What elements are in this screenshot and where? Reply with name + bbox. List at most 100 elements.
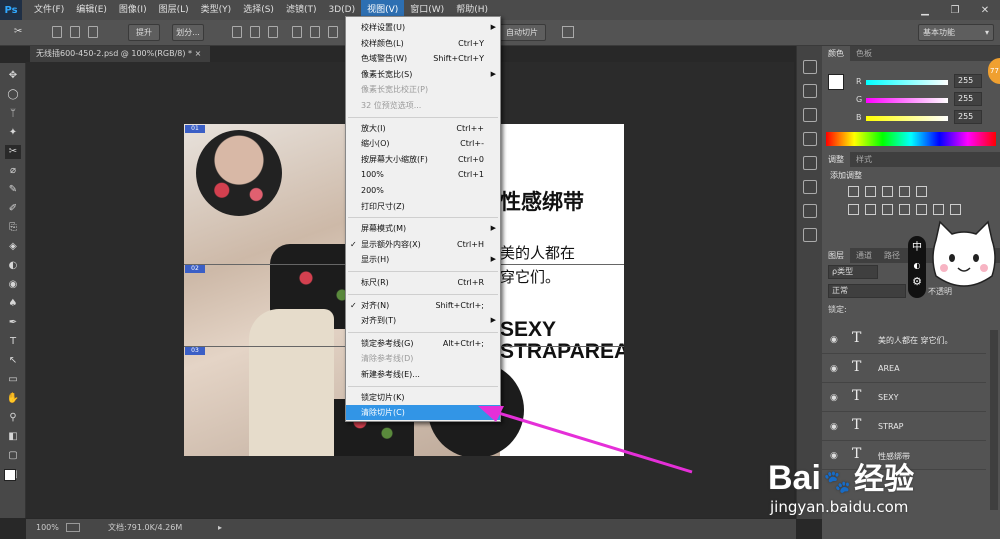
tab-channels[interactable]: 通道 [850,248,878,263]
adjustment-icon[interactable] [899,204,910,215]
tab-paths[interactable]: 路径 [878,248,906,263]
layer-row[interactable]: ◉ T AREA [822,355,986,383]
eye-icon[interactable]: ◉ [830,335,838,345]
adjustment-icon[interactable] [916,204,927,215]
tab-styles[interactable]: 样式 [850,152,878,167]
r-bar[interactable] [866,80,948,85]
foreground-color-swatch[interactable] [4,469,16,481]
menu-2[interactable]: 编辑(E) [70,0,113,20]
view-menu-item[interactable]: 对齐到(T) ▶ [346,313,500,328]
tool-icon[interactable]: ▭ [5,373,21,387]
layer-row[interactable]: ◉ T STRAP [822,413,986,441]
align-icon[interactable] [52,26,62,38]
view-menu-item[interactable]: 新建参考线(E)... [346,367,500,382]
close-icon[interactable]: × [195,49,202,58]
adjustment-icon[interactable] [899,186,910,197]
view-menu-item[interactable]: 100% Ctrl+1 [346,167,500,182]
chevron-right-icon[interactable]: ▸ [218,519,222,537]
gear-icon[interactable]: ⚙ [908,275,926,288]
view-menu-item[interactable]: 200% [346,183,500,198]
hide-auto-slice-icon[interactable] [562,26,574,38]
tool-icon[interactable]: ✂ [5,145,21,159]
tool-icon[interactable]: ◯ [5,88,21,102]
align-icon[interactable] [292,26,302,38]
tool-icon[interactable]: ⚲ [5,411,21,425]
tool-icon[interactable]: ♠ [5,297,21,311]
tool-icon[interactable]: ✒ [5,316,21,330]
tool-icon[interactable]: ✎ [5,183,21,197]
tool-icon[interactable]: ⌀ [5,164,21,178]
view-menu-item[interactable]: 锁定参考线(G) Alt+Ctrl+; [346,336,500,351]
promote-button[interactable]: 提升 [128,24,160,41]
adjustment-icon[interactable] [950,204,961,215]
adjustment-icon[interactable] [848,204,859,215]
align-icon[interactable] [232,26,242,38]
adjustment-icon[interactable] [882,204,893,215]
slider-blue[interactable]: B 255 [856,110,996,124]
tool-icon[interactable]: ◈ [5,240,21,254]
blend-mode-select[interactable]: 正常 [828,284,906,298]
panel-shortcut-icon[interactable] [803,108,817,122]
tool-icon[interactable]: ᛘ [5,107,21,121]
tool-icon[interactable]: ◉ [5,278,21,292]
r-value[interactable]: 255 [954,74,982,88]
tool-icon[interactable]: ✋ [5,392,21,406]
align-icon[interactable] [310,26,320,38]
color-spectrum[interactable] [826,132,996,146]
document-tab[interactable]: 无线插600-450-2.psd @ 100%(RGB/8) * × [30,46,210,62]
align-icon[interactable] [70,26,80,38]
view-menu-item[interactable]: 标尺(R) Ctrl+R [346,275,500,290]
menu-6[interactable]: 选择(S) [237,0,280,20]
tab-layers[interactable]: 图层 [822,248,850,263]
foreground-swatch[interactable] [828,74,844,90]
adjustment-icon[interactable] [882,186,893,197]
tool-icon[interactable]: ↖ [5,354,21,368]
tool-icon[interactable]: ⎘ [5,221,21,235]
slice-select-tool-icon[interactable]: ✂ [14,26,22,37]
minimize-icon[interactable]: ▁ [910,0,940,20]
b-bar[interactable] [866,116,948,121]
panel-shortcut-icon[interactable] [803,180,817,194]
slice-badge[interactable]: 02 [185,265,205,273]
close-icon[interactable]: ✕ [970,0,1000,20]
slice-badge[interactable]: 01 [185,125,205,133]
tab-color[interactable]: 颜色 [822,46,850,61]
adjustment-icon[interactable] [848,186,859,197]
moon-icon[interactable]: ◐ [908,261,926,270]
align-icon[interactable] [250,26,260,38]
g-bar[interactable] [866,98,948,103]
view-menu-item[interactable]: 校样颜色(L) Ctrl+Y [346,36,500,51]
adjustment-icon[interactable] [916,186,927,197]
align-icon[interactable] [88,26,98,38]
view-menu-item[interactable]: 色域警告(W) Shift+Ctrl+Y [346,51,500,66]
view-menu-item[interactable]: ✓ 对齐(N) Shift+Ctrl+; [346,298,500,313]
view-menu-item[interactable]: 放大(I) Ctrl++ [346,121,500,136]
tool-icon[interactable]: T [5,335,21,349]
workspace-select[interactable]: 基本功能 ▾ [918,24,994,41]
layer-row[interactable]: ◉ T SEXY [822,384,986,412]
menu-4[interactable]: 图层(L) [153,0,195,20]
adjustment-icon[interactable] [865,204,876,215]
adjustment-icon[interactable] [865,186,876,197]
layer-row[interactable]: ◉ T 美的人都在 穿它们。 [822,326,986,354]
menu-3[interactable]: 图像(I) [113,0,153,20]
view-menu-item[interactable]: 显示(H) ▶ [346,252,500,267]
tool-icon[interactable]: ✐ [5,202,21,216]
tool-icon[interactable]: ✦ [5,126,21,140]
align-icon[interactable] [268,26,278,38]
divide-button[interactable]: 划分... [172,24,204,41]
slider-green[interactable]: G 255 [856,92,996,106]
view-menu-item[interactable]: ✓ 显示额外内容(X) Ctrl+H [346,237,500,252]
panel-shortcut-icon[interactable] [803,60,817,74]
view-menu-item[interactable]: 打印尺寸(Z) [346,199,500,214]
panel-shortcut-icon[interactable] [803,132,817,146]
align-icon[interactable] [328,26,338,38]
eye-icon[interactable]: ◉ [830,393,838,403]
float-widget[interactable]: 中 ◐ ⚙ [908,236,926,298]
view-menu-item[interactable]: 校样设置(U) ▶ [346,20,500,35]
view-menu-item[interactable]: 缩小(O) Ctrl+- [346,136,500,151]
zoom-level[interactable]: 100% [36,519,59,537]
tab-swatches[interactable]: 色板 [850,46,878,61]
slice-badge[interactable]: 03 [185,347,205,355]
panel-shortcut-icon[interactable] [803,228,817,242]
